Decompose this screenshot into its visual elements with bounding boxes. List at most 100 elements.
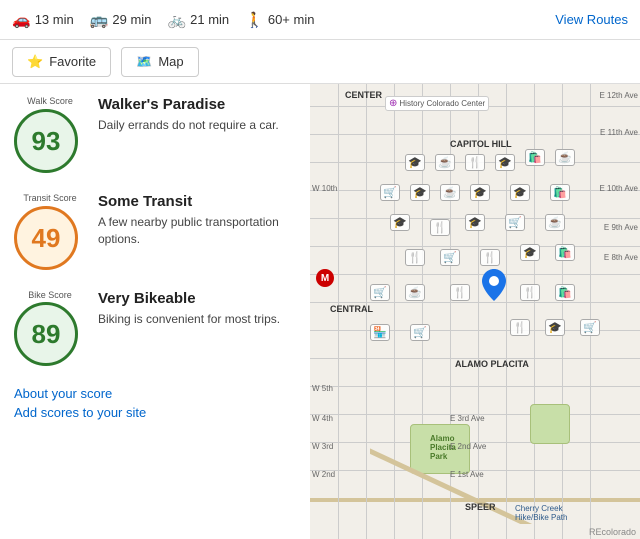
poi-icon-16: 🛒 [505, 214, 525, 231]
street-label-e1: E 1st Ave [450, 470, 484, 479]
bike-score-badge: Bike Score 89 [14, 290, 86, 367]
about-score-link[interactable]: About your score [14, 386, 296, 401]
poi-icon-22: 🛍️ [555, 244, 575, 261]
history-icon: ⊕ [389, 98, 397, 109]
map-label-alamo-placita: ALAMO PLACITA [455, 359, 529, 369]
map-label-central: CENTRAL [330, 304, 373, 314]
bike-score-info: Very Bikeable Biking is convenient for m… [98, 290, 280, 328]
bike-icon: 🚲 [167, 11, 186, 29]
bike-score-description: Biking is convenient for most trips. [98, 311, 280, 328]
street-v-3 [394, 84, 395, 539]
poi-icon-1: 🎓 [405, 154, 425, 171]
map-icon: 🗺️ [136, 54, 152, 70]
map-background: CENTER CAPITOL HILL CENTRAL ALAMO PLACIT… [310, 84, 640, 539]
street-label-w4: W 4th [312, 414, 333, 423]
bus-time: 29 min [112, 12, 151, 27]
poi-icon-23: 🛒 [370, 284, 390, 301]
walk-score-number: 93 [32, 128, 61, 154]
bike-badge-circle: 89 [14, 302, 78, 366]
map-label: Map [158, 54, 183, 69]
street-label-e8: E 8th Ave [604, 253, 638, 262]
walk-score-info: Walker's Paradise Daily errands do not r… [98, 96, 279, 134]
poi-icon-7: 🛒 [380, 184, 400, 201]
history-label: History Colorado Center [399, 99, 485, 108]
street-label-speer: SPEER [465, 502, 496, 512]
poi-icon-11: 🎓 [510, 184, 530, 201]
street-label-w10: W 10th [312, 184, 337, 193]
map-button[interactable]: 🗺️ Map [121, 47, 198, 77]
poi-icon-9: ☕ [440, 184, 460, 201]
history-colorado-poi: ⊕ History Colorado Center [385, 96, 489, 111]
cherry-creek-label: Cherry CreekHike/Bike Path [515, 504, 567, 522]
car-time: 13 min [35, 12, 74, 27]
view-routes-link[interactable]: View Routes [555, 12, 628, 27]
map-location-marker [482, 269, 506, 304]
walk-travel-option: 🚶 60+ min [245, 11, 314, 29]
walk-score-badge: Walk Score 93 [14, 96, 86, 173]
walk-score-description: Daily errands do not require a car. [98, 117, 279, 134]
bike-score-number: 89 [32, 321, 61, 347]
bus-icon: 🚌 [90, 11, 109, 29]
bike-score-title: Very Bikeable [98, 290, 280, 307]
recolorado-watermark: REcolorado [589, 527, 636, 537]
poi-icon-25: 🍴 [450, 284, 470, 301]
street-label-e10: E 10th Ave [599, 184, 638, 193]
street-label-w2: W 2nd [312, 470, 335, 479]
transit-badge-circle: 49 [14, 206, 78, 270]
left-panel: Walk Score 93 Walker's Paradise Daily er… [0, 84, 310, 539]
poi-icon-17: ☕ [545, 214, 565, 231]
walk-score-title: Walker's Paradise [98, 96, 279, 113]
map-panel[interactable]: CENTER CAPITOL HILL CENTRAL ALAMO PLACIT… [310, 84, 640, 539]
transit-score-number: 49 [32, 225, 61, 251]
favorite-icon: ⭐ [27, 54, 43, 70]
poi-icon-2: ☕ [435, 154, 455, 171]
walk-icon: 🚶 [245, 11, 264, 29]
metro-marker: M [316, 269, 334, 287]
poi-icon-10: 🎓 [470, 184, 490, 201]
map-label-capitol-hill: CAPITOL HILL [450, 139, 512, 149]
transit-score-title: Some Transit [98, 193, 296, 210]
transit-score-info: Some Transit A few nearby public transpo… [98, 193, 296, 248]
poi-icon-26: 🍴 [520, 284, 540, 301]
transit-score-card: Transit Score 49 Some Transit A few near… [14, 193, 296, 270]
main-content: Walk Score 93 Walker's Paradise Daily er… [0, 84, 640, 539]
transit-score-description: A few nearby public transportation optio… [98, 214, 296, 248]
poi-icon-27: 🛍️ [555, 284, 575, 301]
car-icon: 🚗 [12, 11, 31, 29]
poi-icon-14: 🍴 [430, 219, 450, 236]
bike-score-card: Bike Score 89 Very Bikeable Biking is co… [14, 290, 296, 367]
poi-icon-3: 🍴 [465, 154, 485, 171]
walk-score-card: Walk Score 93 Walker's Paradise Daily er… [14, 96, 296, 173]
poi-icon-31: 🎓 [545, 319, 565, 336]
poi-icon-12: 🛍️ [550, 184, 570, 201]
street-label-e3: E 3rd Ave [450, 414, 485, 423]
street-v-7 [506, 84, 507, 539]
street-v-10 [590, 84, 591, 539]
poi-icon-29: 🛒 [410, 324, 430, 341]
poi-icon-5: 🛍️ [525, 149, 545, 166]
street-label-w5: W 5th [312, 384, 333, 393]
poi-icon-18: 🍴 [405, 249, 425, 266]
favorite-button[interactable]: ⭐ Favorite [12, 47, 111, 77]
street-label-e12: E 12th Ave [599, 91, 638, 100]
poi-icon-24: ☕ [405, 284, 425, 301]
action-bar: ⭐ Favorite 🗺️ Map [0, 40, 640, 84]
street-label-w3: W 3rd [312, 442, 333, 451]
add-scores-link[interactable]: Add scores to your site [14, 405, 296, 420]
poi-icon-30: 🍴 [510, 319, 530, 336]
poi-icon-19: 🛒 [440, 249, 460, 266]
park-area-2 [530, 404, 570, 444]
map-label-center: CENTER [345, 90, 382, 100]
transit-score-badge: Transit Score 49 [14, 193, 86, 270]
poi-icon-20: 🍴 [480, 249, 500, 266]
transit-score-type-label: Transit Score [14, 193, 86, 204]
bus-travel-option: 🚌 29 min [90, 11, 152, 29]
poi-icon-4: 🎓 [495, 154, 515, 171]
bike-time: 21 min [190, 12, 229, 27]
poi-icon-32: 🛒 [580, 319, 600, 336]
poi-icon-15: 🎓 [465, 214, 485, 231]
walk-time: 60+ min [268, 12, 315, 27]
walk-badge-circle: 93 [14, 109, 78, 173]
poi-icon-6: ☕ [555, 149, 575, 166]
top-bar: 🚗 13 min 🚌 29 min 🚲 21 min 🚶 60+ min Vie… [0, 0, 640, 40]
